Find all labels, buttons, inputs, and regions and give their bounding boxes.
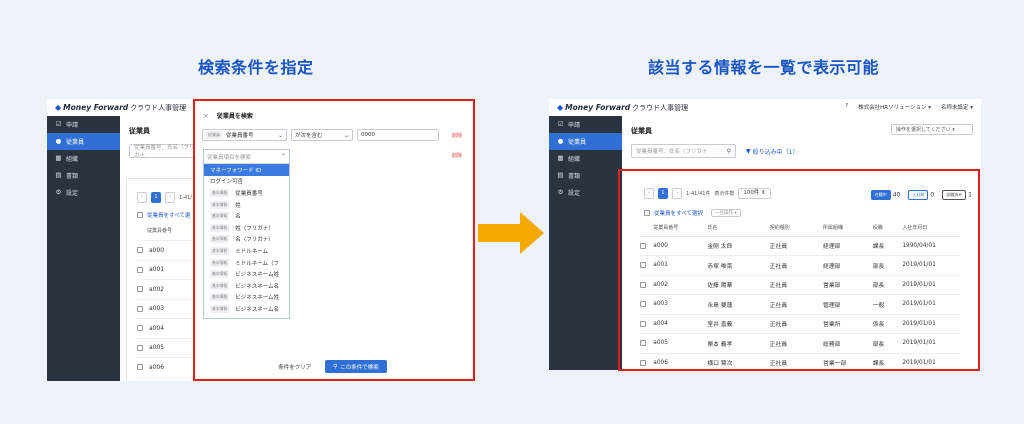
sidebar-item-settings[interactable]: ⚙ 設定 [47, 184, 120, 201]
row-checkbox[interactable] [137, 344, 143, 351]
column-header-employee-number: 従業員番号 [147, 228, 173, 234]
gear-icon: ⚙ [557, 188, 564, 196]
right-heading: 該当する情報を一覧で表示可能 [648, 58, 880, 77]
sidebar-item-documents[interactable]: ▤ 書類 [549, 167, 622, 184]
row-checkbox[interactable] [137, 286, 143, 293]
gear-icon: ⚙ [55, 188, 62, 196]
select-all[interactable]: 従業員をすべて選 [137, 211, 190, 219]
user-menu[interactable]: 名称未設定 ▾ [941, 103, 973, 111]
page-info: 1-41/ [179, 194, 193, 201]
sidebar-item-documents[interactable]: ▤ 書類 [47, 167, 120, 184]
logo-icon: ◆ [557, 103, 564, 112]
sidebar-item-settings[interactable]: ⚙ 設定 [549, 184, 622, 201]
table-row[interactable]: a001 [137, 259, 197, 280]
table-row[interactable]: a006 [137, 357, 197, 377]
page-1-button[interactable]: 1 [151, 192, 161, 203]
prev-page-button[interactable]: ‹ [137, 192, 147, 203]
sidebar-item-employees[interactable]: ● 従業員 [549, 133, 622, 150]
checkbox-icon: ☑ [557, 120, 564, 128]
search-input[interactable]: 従業員番号、氏名（フリガナ ⚲ [631, 144, 736, 158]
logo-text: Money Forward [63, 103, 129, 112]
logo-text: Money Forward [565, 103, 631, 112]
sidebar-item-employees[interactable]: ● 従業員 [47, 133, 120, 150]
employee-rows: a000 a001 a002 a003 a004 a005 a006 a007 [137, 240, 197, 381]
org-icon: ▦ [557, 154, 564, 162]
employee-number: a004 [149, 324, 165, 332]
sidebar: ☑ 申請 ● 従業員 ▦ 組織 ▤ 書類 ⚙ 設定 [47, 116, 120, 381]
table-row[interactable]: a007 [137, 376, 197, 382]
next-page-button[interactable]: › [165, 192, 175, 203]
pagination: ‹ 1 › 1-41/ [137, 192, 192, 203]
sidebar-item-organization[interactable]: ▦ 組織 [47, 150, 120, 167]
search-input[interactable]: 従業員番号、氏名（フリガナ [129, 144, 199, 159]
highlight-frame-right [618, 169, 980, 371]
app-header: ◆ Money Forward クラウド人事管理 ? 株式会社HRソリューション… [549, 99, 981, 116]
sidebar-item-request[interactable]: ☑ 申請 [549, 116, 622, 133]
page-title: 従業員 [129, 127, 150, 135]
employee-list-card: ‹ 1 › 1-41/ 従業員をすべて選 従業員番号 a000 a001 a002 a… [126, 178, 197, 381]
filter-icon: ▼ [746, 148, 751, 155]
page-title: 従業員 [631, 127, 652, 135]
table-row[interactable]: a003 [137, 298, 197, 319]
document-icon: ▤ [557, 171, 564, 179]
arrow-icon [478, 212, 544, 254]
table-row[interactable]: a000 [137, 240, 197, 260]
employee-number: a006 [149, 363, 165, 371]
document-icon: ▤ [55, 171, 62, 179]
sidebar-item-organization[interactable]: ▦ 組織 [549, 150, 622, 167]
header-right: ? 株式会社HRソリューション ▾ 名称未設定 ▾ [845, 103, 973, 111]
search-icon[interactable]: ⚲ [727, 148, 731, 155]
row-checkbox[interactable] [137, 266, 143, 273]
checkbox-icon: ☑ [55, 120, 62, 128]
sidebar-item-request[interactable]: ☑ 申請 [47, 116, 120, 133]
product-name: クラウド人事管理 [632, 103, 689, 112]
highlight-frame-left [193, 99, 475, 381]
help-icon[interactable]: ? [845, 103, 848, 111]
employee-number: a002 [149, 285, 165, 293]
product-name: クラウド人事管理 [130, 103, 187, 112]
table-row[interactable]: a005 [137, 337, 197, 358]
table-row[interactable]: a004 [137, 318, 197, 338]
row-checkbox[interactable] [137, 364, 143, 371]
employee-number: a000 [149, 246, 165, 254]
sidebar: ☑ 申請 ● 従業員 ▦ 組織 ▤ 書類 ⚙ 設定 [549, 116, 622, 370]
org-icon: ▦ [55, 154, 62, 162]
filter-toggle[interactable]: ▼ 絞り込み中（1） [746, 147, 798, 156]
person-icon: ● [557, 137, 564, 145]
table-row[interactable]: a002 [137, 279, 197, 299]
employee-number: a001 [149, 266, 165, 274]
employee-number: a003 [149, 305, 165, 313]
company-menu[interactable]: 株式会社HRソリューション ▾ [858, 103, 931, 111]
employee-number: a005 [149, 344, 165, 352]
logo-icon: ◆ [55, 103, 62, 112]
row-checkbox[interactable] [137, 305, 143, 312]
person-icon: ● [55, 137, 62, 145]
select-all-checkbox[interactable] [137, 212, 143, 218]
left-heading: 検索条件を指定 [198, 58, 314, 77]
operation-select[interactable]: 操作を選択してください ▾ [891, 124, 973, 135]
row-checkbox[interactable] [137, 325, 143, 332]
row-checkbox[interactable] [137, 247, 143, 254]
